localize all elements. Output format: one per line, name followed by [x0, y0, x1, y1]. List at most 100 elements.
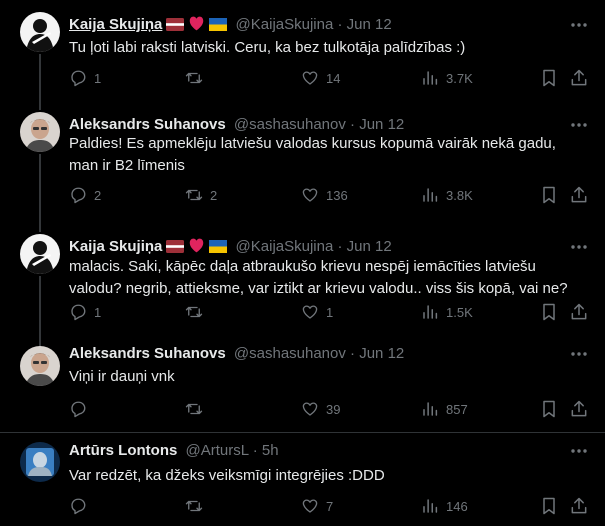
retweet-button[interactable]: 2: [185, 185, 217, 205]
author-handle[interactable]: @KaijaSkujina: [236, 16, 334, 33]
thread-line: [39, 100, 41, 110]
like-count: 136: [326, 187, 348, 203]
tweet-4[interactable]: Aleksandrs Suhanovs @sashasuhanov · Jun …: [0, 342, 605, 433]
separator-dot: ·: [337, 16, 343, 33]
author-name[interactable]: Kaija Skujiņa: [69, 238, 162, 255]
author-name[interactable]: Aleksandrs Suhanovs: [69, 345, 226, 362]
author-handle[interactable]: @sashasuhanov: [234, 116, 346, 133]
heart-icon: [302, 188, 318, 202]
tweet-text: Tu ļoti labi raksti latviski. Ceru, ka b…: [69, 39, 466, 56]
more-icon[interactable]: [569, 237, 589, 257]
retweet-button[interactable]: [185, 302, 210, 322]
heart-icon: [302, 71, 318, 85]
avatar[interactable]: [20, 12, 60, 52]
avatar[interactable]: [20, 442, 60, 482]
tweet-actions: 7 146: [69, 496, 589, 516]
separator-dot: ·: [350, 345, 356, 362]
views-button[interactable]: 146: [421, 496, 468, 516]
heart-icon: [302, 499, 318, 513]
like-button[interactable]: 136: [301, 185, 348, 205]
views-button[interactable]: 3.7K: [421, 68, 473, 88]
author-name[interactable]: Kaija Skujiņa: [69, 16, 162, 33]
author-handle[interactable]: @sashasuhanov: [234, 345, 346, 362]
reply-count: 1: [94, 70, 102, 86]
thread-line: [39, 154, 41, 222]
author-name[interactable]: Aleksandrs Suhanovs: [69, 116, 226, 133]
tweet-text: Var redzēt, ka džeks veiksmīgi integrēji…: [69, 467, 385, 484]
tweet-actions: 2 2 136 3.8K: [69, 185, 589, 205]
views-button[interactable]: 1.5K: [421, 302, 473, 322]
view-count: 146: [446, 498, 468, 514]
views-icon: [423, 402, 438, 416]
bookmark-button[interactable]: [539, 68, 559, 88]
bookmark-button[interactable]: [539, 302, 559, 322]
tweet-actions: 1 1 1.5K: [69, 302, 589, 322]
more-icon[interactable]: [569, 15, 589, 35]
more-icon[interactable]: [569, 441, 589, 461]
share-button[interactable]: [569, 496, 589, 516]
reply-icon: [71, 304, 86, 321]
tweet-header: Kaija Skujiņa @KaijaSkujina · Jun 12: [69, 237, 555, 257]
bookmark-icon: [543, 186, 555, 204]
more-icon[interactable]: [569, 344, 589, 364]
tweet-timestamp[interactable]: Jun 12: [347, 16, 392, 33]
views-icon: [423, 499, 438, 513]
retweet-button[interactable]: [185, 68, 210, 88]
share-icon: [571, 69, 587, 86]
separator-dot: ·: [350, 116, 356, 133]
separator-dot: ·: [252, 442, 258, 459]
tweet-timestamp[interactable]: Jun 12: [359, 345, 404, 362]
tweet-2[interactable]: Aleksandrs Suhanovs @sashasuhanov · Jun …: [0, 100, 605, 222]
tweet-5[interactable]: Artūrs Lontons @ArtursL · 5h Var redzēt,…: [0, 433, 605, 526]
reply-count: 2: [94, 187, 102, 203]
tweet-timestamp[interactable]: 5h: [262, 442, 279, 459]
like-button[interactable]: 39: [301, 399, 340, 419]
author-handle[interactable]: @KaijaSkujina: [236, 238, 334, 255]
tweet-timestamp[interactable]: Jun 12: [359, 116, 404, 133]
retweet-button[interactable]: [185, 496, 210, 516]
retweet-count: 2: [210, 187, 218, 203]
retweet-icon: [185, 72, 203, 84]
avatar[interactable]: [20, 112, 60, 152]
reply-count: 1: [94, 304, 102, 320]
share-button[interactable]: [569, 68, 589, 88]
reply-button[interactable]: 2: [69, 185, 101, 205]
like-button[interactable]: 14: [301, 68, 340, 88]
bookmark-button[interactable]: [539, 496, 559, 516]
reply-button[interactable]: 1: [69, 68, 101, 88]
views-button[interactable]: 857: [421, 399, 468, 419]
views-icon: [423, 188, 438, 202]
like-button[interactable]: 7: [301, 496, 333, 516]
author-name[interactable]: Artūrs Lontons: [69, 442, 177, 459]
heart-icon: [302, 305, 318, 319]
latvia-flag-icon: [166, 17, 185, 37]
bookmark-icon: [543, 400, 555, 418]
author-handle[interactable]: @ArtursL: [186, 442, 249, 459]
tweet-timestamp[interactable]: Jun 12: [347, 238, 392, 255]
share-icon: [571, 497, 587, 514]
like-count: 7: [326, 498, 334, 514]
reply-button[interactable]: [69, 496, 94, 516]
bookmark-button[interactable]: [539, 399, 559, 419]
like-count: 14: [326, 70, 341, 86]
like-button[interactable]: 1: [301, 302, 333, 322]
reply-icon: [71, 70, 86, 87]
tweet-3[interactable]: Kaija Skujiņa @KaijaSkujina · Jun 12 mal…: [0, 222, 605, 342]
reply-button[interactable]: 1: [69, 302, 101, 322]
bookmark-icon: [543, 69, 555, 87]
avatar[interactable]: [20, 234, 60, 274]
reply-icon: [71, 498, 86, 515]
retweet-icon: [185, 500, 203, 512]
tweet-1[interactable]: Kaija Skujiņa @KaijaSkujina · Jun 12 Tu …: [0, 0, 605, 100]
more-icon[interactable]: [569, 115, 589, 135]
share-button[interactable]: [569, 302, 589, 322]
avatar[interactable]: [20, 346, 60, 386]
bookmark-button[interactable]: [539, 185, 559, 205]
retweet-button[interactable]: [185, 399, 210, 419]
views-button[interactable]: 3.8K: [421, 185, 473, 205]
share-button[interactable]: [569, 399, 589, 419]
reply-button[interactable]: [69, 399, 94, 419]
thread-line: [39, 222, 41, 232]
share-button[interactable]: [569, 185, 589, 205]
tweet-text: malacis. Saki, kāpēc daļa atbraukušo kri…: [69, 258, 568, 297]
